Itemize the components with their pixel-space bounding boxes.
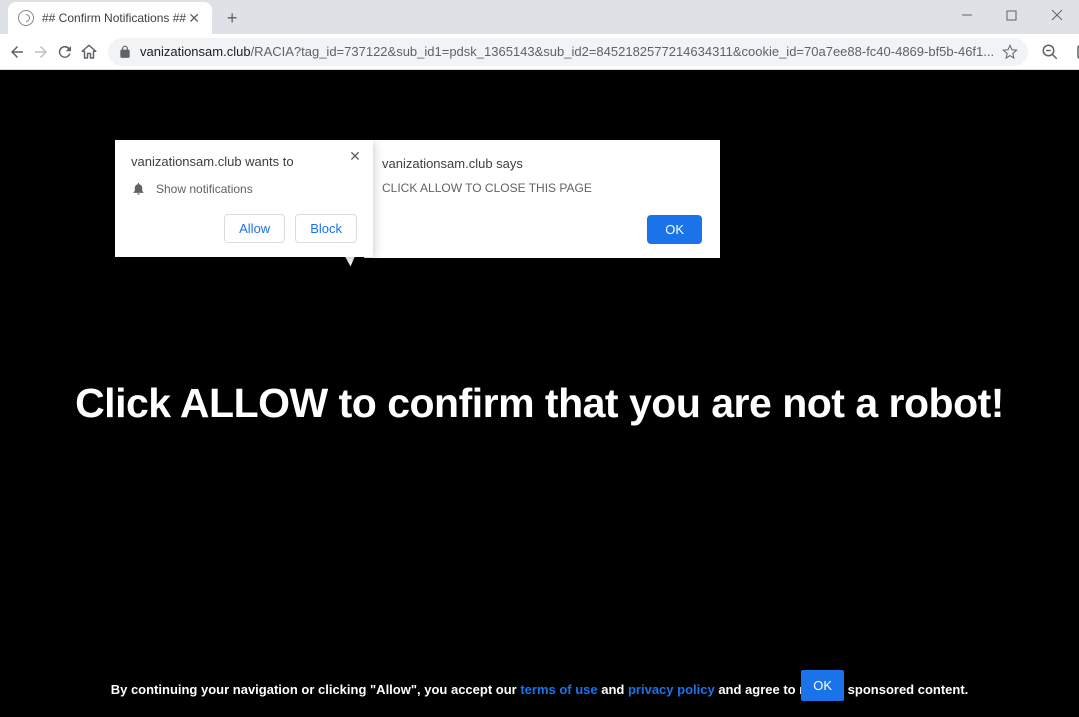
toolbar-right — [1038, 39, 1079, 65]
js-alert-dialog: vanizationsam.club says CLICK ALLOW TO C… — [364, 140, 720, 258]
page-content: Click ALLOW to confirm that you are not … — [0, 70, 1079, 717]
back-button[interactable] — [8, 38, 26, 66]
new-tab-button[interactable]: + — [218, 4, 246, 32]
lock-icon — [118, 45, 132, 59]
browser-tab[interactable]: ## Confirm Notifications ## ✕ — [8, 2, 212, 34]
terms-link[interactable]: terms of use — [520, 682, 597, 697]
tab-close-icon[interactable]: ✕ — [186, 10, 202, 26]
reload-button[interactable] — [56, 38, 74, 66]
forward-button[interactable] — [32, 38, 50, 66]
allow-button[interactable]: Allow — [224, 214, 285, 243]
notif-permission-label: Show notifications — [156, 182, 253, 196]
footer-pre: By continuing your navigation or clickin… — [111, 682, 521, 697]
block-button[interactable]: Block — [295, 214, 357, 243]
maximize-button[interactable] — [989, 0, 1034, 30]
alert-title: vanizationsam.club says — [382, 156, 702, 171]
notif-permission-row: Show notifications — [131, 181, 357, 196]
browser-toolbar: vanizationsam.club/RACIA?tag_id=737122&s… — [0, 34, 1079, 70]
bell-icon — [131, 181, 146, 196]
tab-title: ## Confirm Notifications ## — [42, 11, 186, 25]
alert-ok-button[interactable]: OK — [647, 215, 702, 244]
privacy-link[interactable]: privacy policy — [628, 682, 715, 697]
url-text: vanizationsam.club/RACIA?tag_id=737122&s… — [140, 44, 994, 59]
alert-message: CLICK ALLOW TO CLOSE THIS PAGE — [382, 181, 702, 195]
footer-ok-button[interactable]: OK — [801, 670, 844, 701]
footer-text: By continuing your navigation or clickin… — [0, 680, 1079, 700]
bookmark-star-icon[interactable] — [1002, 44, 1018, 60]
close-window-button[interactable] — [1034, 0, 1079, 30]
title-bar: ## Confirm Notifications ## ✕ + — [0, 0, 1079, 34]
globe-icon — [18, 10, 34, 26]
notif-title: vanizationsam.club wants to — [131, 154, 357, 169]
notification-permission-popup: ✕ vanizationsam.club wants to Show notif… — [115, 140, 373, 257]
minimize-button[interactable] — [944, 0, 989, 30]
reader-icon[interactable] — [1072, 40, 1079, 64]
window-controls — [944, 0, 1079, 30]
home-button[interactable] — [80, 38, 98, 66]
headline-text: Click ALLOW to confirm that you are not … — [0, 380, 1079, 427]
popup-close-icon[interactable]: ✕ — [345, 146, 365, 166]
footer-and: and — [598, 682, 628, 697]
zoom-out-icon[interactable] — [1038, 40, 1062, 64]
address-bar[interactable]: vanizationsam.club/RACIA?tag_id=737122&s… — [108, 38, 1028, 66]
